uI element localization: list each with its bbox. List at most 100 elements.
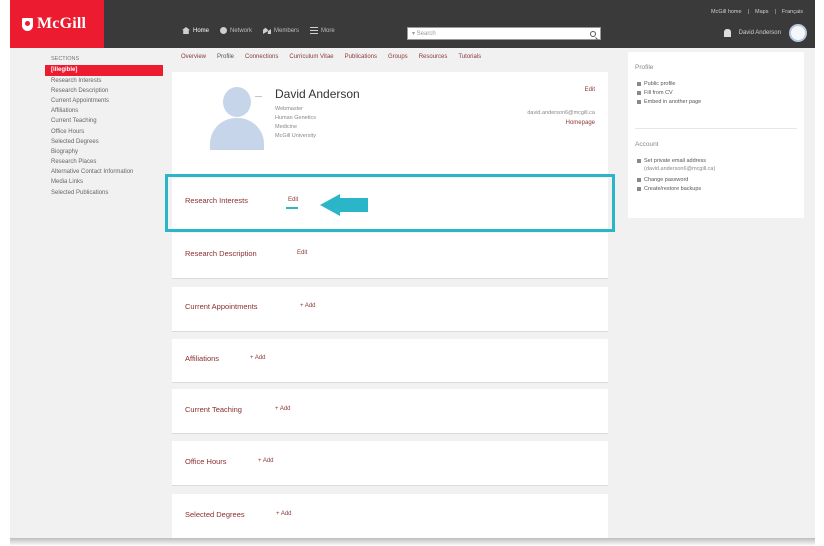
backups-link[interactable]: Create/restore backups xyxy=(637,186,701,192)
account-panel-heading: Account xyxy=(635,141,659,148)
sidebar-item-office-hours[interactable]: Office Hours xyxy=(45,127,163,137)
section-research-description: Research Description Edit xyxy=(172,233,608,279)
tab-profile[interactable]: Profile xyxy=(217,54,234,60)
profile-faculty: Medicine xyxy=(275,124,298,130)
user-menu: David Anderson xyxy=(723,24,807,42)
profile-institution: McGill University xyxy=(275,133,316,139)
private-email-sub: (david.anderson6@mcgill.ca) xyxy=(644,166,716,172)
tab-tutorials[interactable]: Tutorials xyxy=(458,54,481,60)
profile-homepage-link[interactable]: Homepage xyxy=(566,120,595,126)
embed-link[interactable]: Embed in another page xyxy=(637,99,701,105)
public-profile-label: Public profile xyxy=(644,81,676,87)
profile-department: Human Genetics xyxy=(275,115,316,121)
profile-tabs: Overview Profile Connections Curriculum … xyxy=(170,48,608,65)
home-icon xyxy=(182,27,190,34)
menu-icon xyxy=(310,27,319,34)
shield-icon xyxy=(22,17,33,31)
public-profile-link[interactable]: Public profile xyxy=(637,81,676,87)
sidebar-item-alternative-contact[interactable]: Alternative Contact Information xyxy=(45,168,163,178)
members-icon xyxy=(263,27,272,34)
panel-divider xyxy=(635,128,797,129)
nav-members-label: Members xyxy=(274,27,300,34)
tab-connections[interactable]: Connections xyxy=(245,54,278,60)
top-navigation-bar: McGill Home Network Members More ▾ Searc… xyxy=(10,0,815,48)
profile-meta: Webmaster Human Genetics Medicine McGill… xyxy=(275,105,316,141)
tab-curriculum-vitae[interactable]: Curriculum Vitae xyxy=(289,54,333,60)
selected-degrees-add-link[interactable]: + Add xyxy=(276,511,292,517)
sections-sidebar: SECTIONS [illegible] Research Interests … xyxy=(45,56,163,198)
app-window: McGill Home Network Members More ▾ Searc… xyxy=(10,0,815,540)
profile-position: Webmaster xyxy=(275,106,304,112)
fill-from-cv-link[interactable]: Fill from CV xyxy=(637,90,673,96)
sidebar-item-selected-degrees[interactable]: Selected Degrees xyxy=(45,137,163,147)
user-name[interactable]: David Anderson xyxy=(739,30,781,36)
backups-label: Create/restore backups xyxy=(644,186,702,192)
tab-overview[interactable]: Overview xyxy=(181,54,206,60)
tutorial-underline xyxy=(286,207,298,209)
nav-more[interactable]: More xyxy=(310,27,335,34)
nav-network[interactable]: Network xyxy=(220,27,252,34)
set-private-email-label: Set private email address xyxy=(644,158,707,164)
set-private-email-link[interactable]: Set private email address xyxy=(637,158,706,164)
profile-name: David Anderson xyxy=(275,87,360,101)
search-input[interactable]: ▾ Search xyxy=(407,27,601,40)
search-icon[interactable] xyxy=(590,30,596,37)
arrow-head xyxy=(320,194,340,216)
nav-home[interactable]: Home xyxy=(182,27,209,34)
link-maps[interactable]: Maps xyxy=(755,9,768,15)
tab-publications[interactable]: Publications xyxy=(345,54,377,60)
current-teaching-add-link[interactable]: + Add xyxy=(275,406,291,412)
section-title: Affiliations xyxy=(185,354,220,363)
section-title: Office Hours xyxy=(185,457,227,466)
settings-panel: Profile Public profile Fill from CV Embe… xyxy=(628,52,804,218)
section-title: Selected Degrees xyxy=(185,510,245,519)
sidebar-item-affiliations[interactable]: Affiliations xyxy=(45,107,163,117)
utility-links: McGill home | Maps | Français xyxy=(711,9,803,15)
link-francais[interactable]: Français xyxy=(782,9,803,15)
name-prefix: — xyxy=(255,93,262,100)
fill-from-cv-label: Fill from CV xyxy=(644,90,673,96)
research-description-edit-link[interactable]: Edit xyxy=(297,250,307,256)
bell-icon[interactable] xyxy=(723,29,731,37)
profile-panel-heading: Profile xyxy=(635,64,654,71)
office-hours-add-link[interactable]: + Add xyxy=(258,458,274,464)
sidebar-item-media-links[interactable]: Media Links xyxy=(45,178,163,188)
tab-resources[interactable]: Resources xyxy=(419,54,448,60)
sidebar-item-selected-publications[interactable]: Selected Publications xyxy=(45,188,163,198)
sidebar-item-current-teaching[interactable]: Current Teaching xyxy=(45,117,163,127)
sidebar-heading: SECTIONS xyxy=(51,56,80,62)
avatar[interactable] xyxy=(789,24,807,42)
sidebar-item-research-interests[interactable]: Research Interests xyxy=(45,76,163,86)
current-appointments-add-link[interactable]: + Add xyxy=(300,303,316,309)
sidebar-item-current-appointments[interactable]: Current Appointments xyxy=(45,96,163,106)
sidebar-item-research-places[interactable]: Research Places xyxy=(45,158,163,168)
sidebar-item-biography[interactable]: Biography xyxy=(45,147,163,157)
section-current-teaching: Current Teaching + Add xyxy=(172,389,608,434)
frame-shadow xyxy=(10,538,815,546)
change-password-link[interactable]: Change password xyxy=(637,177,688,183)
pointer-arrow-icon xyxy=(320,194,370,216)
profile-email[interactable]: david.anderson6@mcgill.ca xyxy=(527,110,595,116)
section-title: Research Description xyxy=(185,249,257,258)
search-placeholder: ▾ Search xyxy=(412,31,436,37)
mcgill-logo[interactable]: McGill xyxy=(10,0,104,48)
network-icon xyxy=(220,27,228,34)
nav-members[interactable]: Members xyxy=(263,27,299,34)
section-title: Current Teaching xyxy=(185,405,242,414)
link-separator: | xyxy=(747,9,750,15)
link-separator: | xyxy=(774,9,776,15)
nav-network-label: Network xyxy=(230,27,253,34)
lock-icon xyxy=(637,159,641,163)
sidebar-item-research-description[interactable]: Research Description xyxy=(45,86,163,96)
brand-name: McGill xyxy=(37,15,87,32)
profile-edit-link[interactable]: Edit xyxy=(585,87,595,93)
affiliations-add-link[interactable]: + Add xyxy=(250,355,266,361)
tutorial-highlight-box xyxy=(165,174,615,232)
tab-groups[interactable]: Groups xyxy=(388,54,408,60)
private-email-value: (david.anderson6@mcgill.ca) xyxy=(644,166,715,172)
link-mcgill-home[interactable]: McGill home xyxy=(711,9,742,15)
section-current-appointments: Current Appointments + Add xyxy=(172,287,608,332)
sidebar-item-membership[interactable]: [illegible] xyxy=(45,65,163,76)
section-selected-degrees: Selected Degrees + Add xyxy=(172,494,608,540)
archive-icon xyxy=(637,187,641,191)
